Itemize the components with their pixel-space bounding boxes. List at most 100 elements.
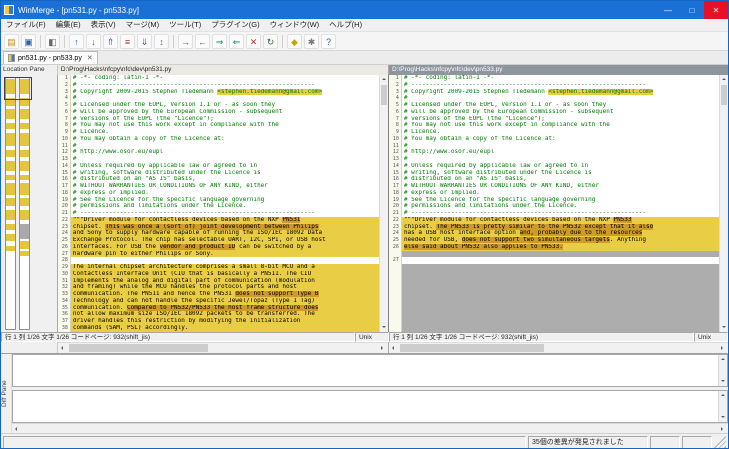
ghost-line[interactable] [388,270,719,278]
menu-help[interactable]: ヘルプ(H) [324,19,367,31]
left-horizontal-scrollbar[interactable] [57,342,389,353]
code-line[interactable]: 27 hardware pin to either Philips or Sony… [57,250,379,258]
code-line[interactable]: 19 # See the Licence for the specific lan… [388,196,719,204]
location-diff-mark[interactable] [20,183,29,195]
location-diff-mark[interactable] [20,160,29,171]
location-diff-mark[interactable] [6,223,15,230]
location-diff-mark[interactable] [6,149,15,158]
location-diff-mark[interactable] [6,123,15,130]
code-line[interactable]: 13 # [57,156,379,163]
code-line[interactable]: 33 communication. The PN511 and hence the… [57,291,379,298]
code-line[interactable]: 25 Exchange Protocol. The chip has select… [57,237,379,244]
maximize-button[interactable]: □ [680,1,704,19]
diff-top-vscroll-track[interactable] [719,364,727,377]
code-line[interactable]: 7 # versions of the EUPL (the "Licence"); [388,115,719,123]
location-diff-mark[interactable] [6,98,15,106]
save-icon[interactable]: ▣ [21,33,36,49]
code-line[interactable]: 36 not allow maximum size ISO/IEC 18092 p… [57,311,379,318]
scroll-left-icon[interactable] [58,343,68,353]
menu-plugins[interactable]: プラグイン(G) [206,19,264,31]
first-diff-icon[interactable]: ⇑ [103,33,118,49]
left-vertical-scrollbar[interactable] [378,75,388,332]
menu-merge[interactable]: マージ(M) [121,19,165,31]
code-line[interactable]: 9 # Licence. [57,129,379,136]
right-hscroll-track[interactable] [399,343,718,353]
code-line[interactable]: 6 # will be approved by the European Comm… [57,108,379,116]
location-bar-right[interactable] [19,77,30,330]
location-diff-mark[interactable] [20,109,29,120]
scroll-up-icon[interactable] [719,355,727,364]
help-icon[interactable]: ? [321,33,336,49]
prev-diff-icon[interactable]: ↑ [69,33,84,49]
code-line[interactable]: 5 # Licensed under the EUPL, Version 1.1 … [57,102,379,109]
code-line[interactable]: 4 # [388,95,719,102]
location-diff-mark[interactable] [20,209,29,220]
location-diff-mark[interactable] [20,149,29,158]
diff-top-vertical-scrollbar[interactable] [718,355,727,386]
copy-left-advance-icon[interactable]: ⇐ [229,33,244,49]
code-line[interactable]: 32 and framing) while the MCU handles the… [57,284,379,291]
location-diff-mark[interactable] [20,98,29,106]
code-line[interactable]: 11 # [388,142,719,150]
right-file-path-header[interactable]: D:\Prog\Hacks\nfcpy\nfc\dev\pn533.py [388,65,728,75]
right-hscroll-thumb[interactable] [399,344,544,352]
all-diff-icon[interactable]: ↕ [154,33,169,49]
left-vscroll-track[interactable] [380,84,388,323]
ghost-line[interactable] [388,284,719,291]
next-diff-icon[interactable]: ↓ [86,33,101,49]
code-line[interactable]: 10 # You may obtain a copy of the Licence… [388,135,719,143]
ghost-line[interactable] [388,324,719,332]
code-line[interactable]: 24 and Sony to supply hardware capable of… [57,230,379,237]
location-diff-mark[interactable] [6,79,15,95]
code-line[interactable]: 3 # Copyright 2009-2015 Stephen Tiedemann… [57,88,379,96]
location-ghost-mark[interactable] [20,223,29,239]
diff-horizontal-scrollbar[interactable] [12,423,728,431]
plugins-icon[interactable]: ◆ [287,33,302,49]
code-line[interactable]: 10 # You may obtain a copy of the Licence… [57,135,379,143]
menu-tools[interactable]: ツール(T) [164,19,206,31]
code-line[interactable]: 7 # versions of the EUPL (the "Licence"); [57,115,379,123]
right-horizontal-scrollbar[interactable] [388,342,728,353]
scroll-down-icon[interactable] [720,323,728,332]
location-diff-mark[interactable] [6,109,15,120]
copy-left-icon[interactable]: ← [195,33,210,49]
location-diff-mark[interactable] [6,198,15,206]
location-diff-mark[interactable] [20,241,29,249]
location-diff-mark[interactable] [20,133,29,146]
right-vscroll-thumb[interactable] [721,85,727,105]
code-line[interactable]: 23 chipset. The PN533 is pretty similar t… [388,223,719,231]
code-line[interactable]: 2 # -------------------------------------… [57,81,379,89]
scroll-down-icon[interactable] [379,323,388,332]
location-diff-mark[interactable] [6,183,15,195]
code-line[interactable]: 23 chipset. This was once a (sort of) joi… [57,223,379,231]
code-line[interactable]: 21 # ------------------------------------… [57,210,379,217]
location-pane[interactable] [1,75,58,332]
code-line[interactable]: 22 """Driver module for contactless devic… [57,216,379,224]
menu-view[interactable]: 表示(V) [86,19,121,31]
diff-pane-bottom[interactable] [12,390,728,423]
location-diff-mark[interactable] [20,251,29,257]
left-hscroll-track[interactable] [68,343,378,353]
diff-pane-top[interactable] [12,354,728,387]
code-line[interactable]: 30 Contactless Interface Unit (CIU that i… [57,270,379,278]
code-line[interactable]: 26 else said about PN532 also applies to … [388,243,719,251]
code-line[interactable]: 31 implements the analog and digital part… [57,277,379,285]
resize-grip[interactable] [714,436,726,448]
location-diff-mark[interactable] [20,123,29,130]
code-line[interactable]: 15 # writing, software distributed under … [57,169,379,177]
code-line[interactable]: 22 """Driver module for contactless devic… [388,216,719,224]
code-line[interactable]: 34 Technology and can not handle the spec… [57,297,379,305]
location-diff-mark[interactable] [6,246,15,252]
location-diff-mark[interactable] [6,174,15,180]
location-diff-mark[interactable] [6,133,15,146]
code-line[interactable]: 17 # WITHOUT WARRANTIES OR CONDITIONS OF … [388,183,719,190]
scroll-down-icon[interactable] [719,377,727,386]
options-icon[interactable]: ✱ [304,33,319,49]
code-line[interactable]: 26 interfaces. For USB the vendor and pro… [57,243,379,251]
current-diff-icon[interactable]: ≡ [120,33,135,49]
code-line[interactable]: 28 [57,257,379,264]
location-diff-mark[interactable] [6,160,15,171]
scroll-down-icon[interactable] [719,413,727,422]
menu-window[interactable]: ウィンドウ(W) [265,19,325,31]
last-diff-icon[interactable]: ⇓ [137,33,152,49]
